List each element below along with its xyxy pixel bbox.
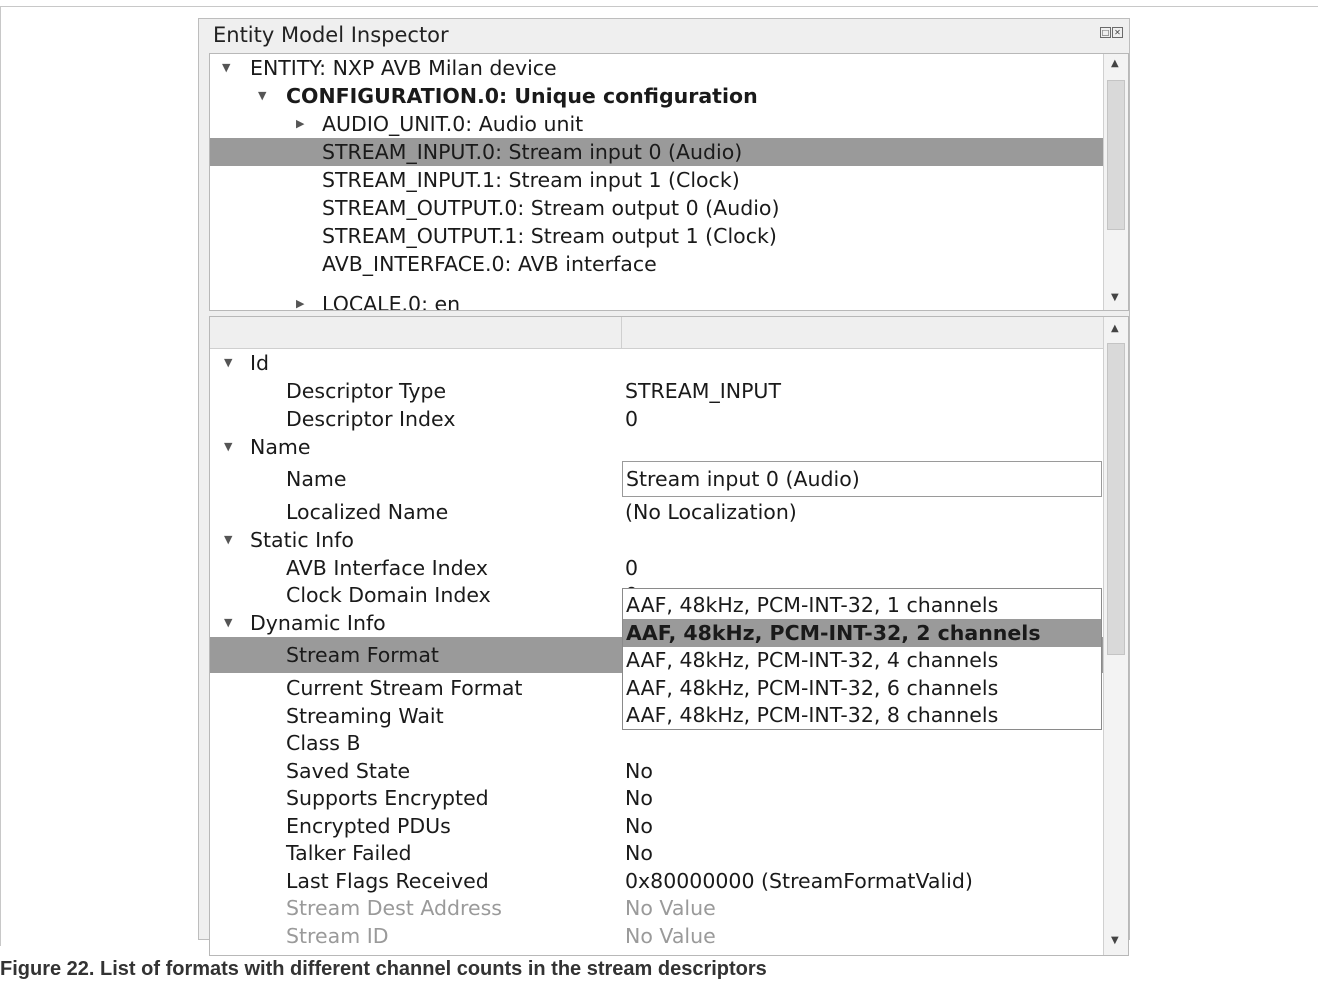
- tree-item-label: STREAM_INPUT.1: Stream input 1 (Clock): [322, 168, 740, 192]
- collapsed-arrow-icon[interactable]: ▶: [296, 110, 304, 138]
- panel-controls: □ ✕: [1100, 27, 1123, 38]
- group-label: Id: [250, 351, 270, 375]
- property-key: Supports Encrypted: [286, 786, 489, 810]
- property-value: STREAM_INPUT: [625, 379, 781, 403]
- tree-item-stream-input-0[interactable]: STREAM_INPUT.0: Stream input 0 (Audio): [210, 138, 1103, 166]
- property-key: Clock Domain Index: [286, 583, 491, 607]
- property-key: Stream Format: [286, 643, 439, 667]
- tree-item-label: LOCALE.0: en: [322, 292, 461, 311]
- property-key: Stream Dest Address: [286, 896, 502, 920]
- property-value: No Value: [625, 924, 716, 948]
- group-label: Name: [250, 435, 311, 459]
- dropdown-option[interactable]: AAF, 48kHz, PCM-INT-32, 4 channels: [623, 646, 1101, 674]
- property-row: Supports Encrypted No: [210, 784, 1103, 812]
- dropdown-option[interactable]: AAF, 48kHz, PCM-INT-32, 1 channels: [623, 591, 1101, 619]
- scroll-up-icon[interactable]: ▲: [1111, 323, 1119, 334]
- property-row: Encrypted PDUs No: [210, 812, 1103, 840]
- entity-model-inspector-panel: Entity Model Inspector □ ✕ ▼ ENTITY: NXP…: [198, 18, 1130, 956]
- scroll-up-icon[interactable]: ▲: [1111, 58, 1119, 69]
- property-row: Saved State No: [210, 757, 1103, 785]
- header-separator: [621, 317, 622, 349]
- property-value: No: [625, 759, 653, 783]
- group-label: Static Info: [250, 528, 354, 552]
- property-value: (No Localization): [625, 500, 797, 524]
- group-label: Dynamic Info: [250, 611, 386, 635]
- collapsed-arrow-icon[interactable]: ▶: [296, 290, 304, 310]
- property-key: Stream ID: [286, 924, 389, 948]
- scrollbar-thumb[interactable]: [1107, 80, 1125, 230]
- property-value: No: [625, 786, 653, 810]
- group-id[interactable]: ▼ Id: [210, 349, 1103, 377]
- properties-scrollbar[interactable]: ▲ ▼: [1103, 317, 1128, 955]
- property-key: Current Stream Format: [286, 676, 523, 700]
- group-static-info[interactable]: ▼ Static Info: [210, 526, 1103, 554]
- tree-item-label: AVB_INTERFACE.0: AVB interface: [322, 252, 657, 276]
- property-key: Streaming Wait: [286, 704, 444, 728]
- stream-format-dropdown[interactable]: AAF, 48kHz, PCM-INT-32, 1 channels AAF, …: [622, 588, 1102, 730]
- tree-item-label: STREAM_INPUT.0: Stream input 0 (Audio): [322, 140, 743, 164]
- figure-frame-top: [0, 6, 1318, 7]
- property-key: Descriptor Type: [286, 379, 447, 403]
- scroll-down-icon[interactable]: ▼: [1111, 935, 1119, 946]
- property-value: 0: [625, 407, 639, 431]
- name-field[interactable]: Stream input 0 (Audio): [622, 461, 1102, 497]
- property-key: AVB Interface Index: [286, 556, 489, 580]
- expand-arrow-icon[interactable]: ▼: [224, 609, 232, 637]
- figure-frame-left: [0, 6, 1, 946]
- scroll-down-icon[interactable]: ▼: [1111, 292, 1119, 303]
- property-key: Last Flags Received: [286, 869, 489, 893]
- expand-arrow-icon[interactable]: ▼: [224, 349, 232, 377]
- property-key: Talker Failed: [286, 841, 412, 865]
- tree-item-label: ENTITY: NXP AVB Milan device: [250, 56, 557, 80]
- descriptor-tree[interactable]: ▼ ENTITY: NXP AVB Milan device ▼ CONFIGU…: [209, 53, 1129, 311]
- property-row: Descriptor Index 0: [210, 405, 1103, 433]
- panel-title: Entity Model Inspector: [213, 23, 449, 47]
- property-row: Last Flags Received 0x80000000 (StreamFo…: [210, 867, 1103, 895]
- expand-arrow-icon[interactable]: ▼: [258, 82, 266, 110]
- close-icon[interactable]: ✕: [1112, 27, 1123, 38]
- property-row: Talker Failed No: [210, 839, 1103, 867]
- expand-arrow-icon[interactable]: ▼: [224, 526, 232, 554]
- tree-item-label: CONFIGURATION.0: Unique configuration: [286, 84, 758, 108]
- dropdown-option-selected[interactable]: AAF, 48kHz, PCM-INT-32, 2 channels: [623, 619, 1101, 647]
- property-row: Descriptor Type STREAM_INPUT: [210, 377, 1103, 405]
- property-key: Saved State: [286, 759, 411, 783]
- property-row: AVB Interface Index 0: [210, 554, 1103, 582]
- property-key: Encrypted PDUs: [286, 814, 451, 838]
- expand-arrow-icon[interactable]: ▼: [222, 54, 230, 82]
- tree-item-label: STREAM_OUTPUT.0: Stream output 0 (Audio): [322, 196, 780, 220]
- property-key: Descriptor Index: [286, 407, 456, 431]
- property-row: Localized Name (No Localization): [210, 498, 1103, 526]
- property-value: No: [625, 814, 653, 838]
- property-key: Localized Name: [286, 500, 449, 524]
- figure-caption: Figure 22. List of formats with differen…: [0, 958, 767, 980]
- properties-header: [210, 317, 1105, 349]
- property-key: Name: [286, 467, 347, 491]
- tree-item-label: AUDIO_UNIT.0: Audio unit: [322, 112, 584, 136]
- restore-icon[interactable]: □: [1100, 27, 1111, 38]
- tree-item-label: STREAM_OUTPUT.1: Stream output 1 (Clock): [322, 224, 777, 248]
- group-name[interactable]: ▼ Name: [210, 433, 1103, 461]
- tree-scrollbar[interactable]: ▲ ▼: [1103, 54, 1128, 310]
- property-row: Stream Dest Address No Value: [210, 894, 1103, 922]
- scrollbar-thumb[interactable]: [1107, 343, 1125, 655]
- expand-arrow-icon[interactable]: ▼: [224, 433, 232, 461]
- dropdown-option[interactable]: AAF, 48kHz, PCM-INT-32, 6 channels: [623, 674, 1101, 702]
- property-value: No: [625, 841, 653, 865]
- property-row: Stream ID No Value: [210, 922, 1103, 950]
- property-value: 0: [625, 556, 639, 580]
- dropdown-option[interactable]: AAF, 48kHz, PCM-INT-32, 8 channels: [623, 701, 1101, 729]
- property-row: Class B: [210, 729, 1103, 757]
- property-value: No Value: [625, 896, 716, 920]
- property-value: 0x80000000 (StreamFormatValid): [625, 869, 973, 893]
- property-key: Class B: [286, 731, 361, 755]
